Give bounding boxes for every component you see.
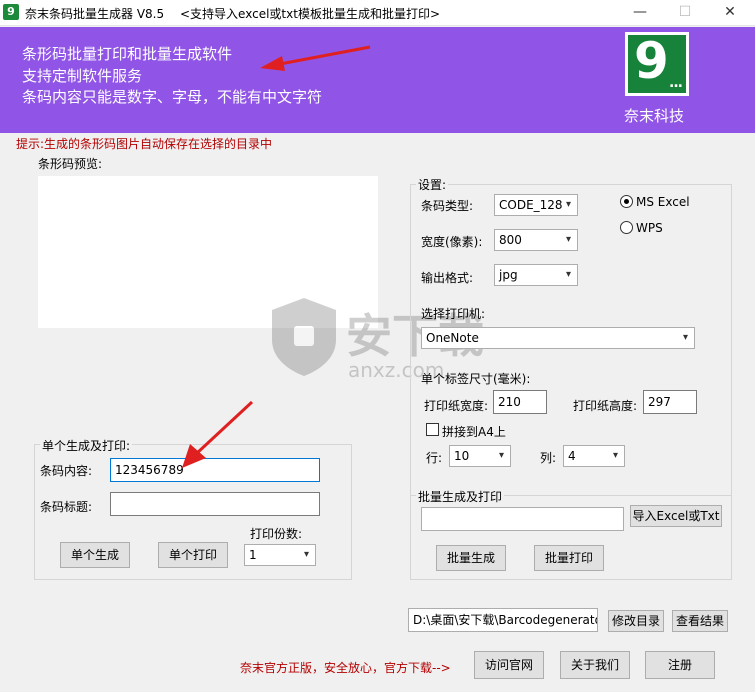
label-size-label: 单个标签尺寸(毫米): bbox=[421, 372, 531, 386]
rows-select[interactable]: 10 ▾ bbox=[449, 445, 511, 467]
maximize-icon: ☐ bbox=[678, 4, 692, 20]
cols-select[interactable]: 4 ▾ bbox=[563, 445, 625, 467]
barcode-caption-input[interactable] bbox=[110, 492, 320, 516]
close-button[interactable]: ✕ bbox=[710, 0, 750, 26]
title-bar: 9 奈末条码批量生成器 V8.5 <支持导入excel或txt模板批量生成和批量… bbox=[0, 0, 755, 26]
batch-print-button[interactable]: 批量打印 bbox=[534, 545, 604, 571]
hint-text: 提示:生成的条形码图片自动保存在选择的目录中 bbox=[16, 137, 273, 151]
output-directory-input[interactable]: D:\桌面\安下载\Barcodegenerato bbox=[408, 608, 598, 632]
single-group-title: 单个生成及打印: bbox=[40, 437, 133, 454]
printer-value: OneNote bbox=[426, 331, 479, 345]
ms-excel-radio[interactable] bbox=[620, 195, 633, 208]
window-title: 奈末条码批量生成器 V8.5 bbox=[25, 7, 165, 21]
import-button[interactable]: 导入Excel或Txt bbox=[630, 505, 722, 527]
paper-width-label: 打印纸宽度: bbox=[424, 399, 489, 413]
company-logo: 9 ... bbox=[625, 32, 689, 96]
minimize-button[interactable]: — bbox=[620, 0, 660, 26]
wps-radio[interactable] bbox=[620, 221, 633, 234]
paper-width-input[interactable]: 210 bbox=[493, 390, 547, 414]
company-name: 奈末科技 bbox=[624, 107, 685, 125]
type-label: 条码类型: bbox=[421, 199, 474, 213]
app-icon: 9 bbox=[3, 4, 19, 20]
change-directory-button[interactable]: 修改目录 bbox=[608, 610, 664, 632]
batch-file-input[interactable] bbox=[421, 507, 624, 531]
annotation-arrow-top bbox=[258, 44, 373, 74]
banner-line-2: 支持定制软件服务 bbox=[22, 67, 143, 85]
annotation-arrow-bottom bbox=[178, 398, 256, 472]
printer-select[interactable]: OneNote ▾ bbox=[421, 327, 695, 349]
width-select[interactable]: 800 ▾ bbox=[494, 229, 578, 251]
single-generate-button[interactable]: 单个生成 bbox=[60, 542, 130, 568]
chevron-down-icon: ▾ bbox=[565, 269, 571, 280]
logo-glyph: 9 bbox=[634, 32, 669, 90]
promo-banner: 条形码批量打印和批量生成软件 支持定制软件服务 条码内容只能是数字、字母，不能有… bbox=[0, 27, 755, 133]
chevron-down-icon: ▾ bbox=[565, 234, 571, 245]
width-label: 宽度(像素): bbox=[421, 235, 483, 249]
a4-label: 拼接到A4上 bbox=[442, 425, 506, 439]
batch-title: 批量生成及打印 bbox=[416, 488, 505, 505]
format-select[interactable]: jpg ▾ bbox=[494, 264, 578, 286]
a4-checkbox[interactable] bbox=[426, 423, 439, 436]
banner-line-3: 条码内容只能是数字、字母，不能有中文字符 bbox=[22, 88, 323, 106]
format-label: 输出格式: bbox=[421, 271, 474, 285]
rows-label: 行: bbox=[426, 451, 443, 465]
close-icon: ✕ bbox=[724, 4, 736, 20]
cols-value: 4 bbox=[568, 449, 576, 463]
content-label: 条码内容: bbox=[40, 464, 93, 478]
wps-label: WPS bbox=[636, 221, 663, 235]
settings-title: 设置: bbox=[416, 176, 449, 193]
shield-icon bbox=[272, 298, 336, 376]
chevron-down-icon: ▾ bbox=[682, 332, 688, 343]
ms-excel-label: MS Excel bbox=[636, 195, 690, 209]
window-subtitle: <支持导入excel或txt模板批量生成和批量打印> bbox=[180, 7, 440, 21]
barcode-type-value: CODE_128 bbox=[499, 198, 563, 212]
preview-label: 条形码预览: bbox=[38, 157, 103, 171]
view-results-button[interactable]: 查看结果 bbox=[672, 610, 728, 632]
chevron-down-icon: ▾ bbox=[303, 549, 309, 560]
single-print-button[interactable]: 单个打印 bbox=[158, 542, 228, 568]
minimize-icon: — bbox=[633, 4, 647, 20]
barcode-type-select[interactable]: CODE_128 ▾ bbox=[494, 194, 578, 216]
caption-label: 条码标题: bbox=[40, 500, 93, 514]
copies-label: 打印份数: bbox=[250, 527, 303, 541]
paper-height-input[interactable]: 297 bbox=[643, 390, 697, 414]
copies-value: 1 bbox=[249, 548, 257, 562]
format-value: jpg bbox=[499, 268, 518, 282]
width-value: 800 bbox=[499, 233, 522, 247]
maximize-button[interactable]: ☐ bbox=[665, 0, 705, 26]
about-us-button[interactable]: 关于我们 bbox=[560, 651, 630, 679]
chevron-down-icon: ▾ bbox=[565, 199, 571, 210]
chevron-down-icon: ▾ bbox=[498, 450, 504, 461]
banner-line-1: 条形码批量打印和批量生成软件 bbox=[22, 45, 233, 63]
batch-generate-button[interactable]: 批量生成 bbox=[436, 545, 506, 571]
chevron-down-icon: ▾ bbox=[612, 450, 618, 461]
rows-value: 10 bbox=[454, 449, 470, 463]
logo-dots: ... bbox=[669, 75, 683, 91]
register-button[interactable]: 注册 bbox=[645, 651, 715, 679]
visit-site-button[interactable]: 访问官网 bbox=[474, 651, 544, 679]
copies-select[interactable]: 1 ▾ bbox=[244, 544, 316, 566]
printer-label: 选择打印机: bbox=[421, 307, 486, 321]
cols-label: 列: bbox=[540, 451, 557, 465]
paper-height-label: 打印纸高度: bbox=[573, 399, 638, 413]
official-notice: 奈末官方正版，安全放心，官方下载--> bbox=[240, 661, 451, 675]
